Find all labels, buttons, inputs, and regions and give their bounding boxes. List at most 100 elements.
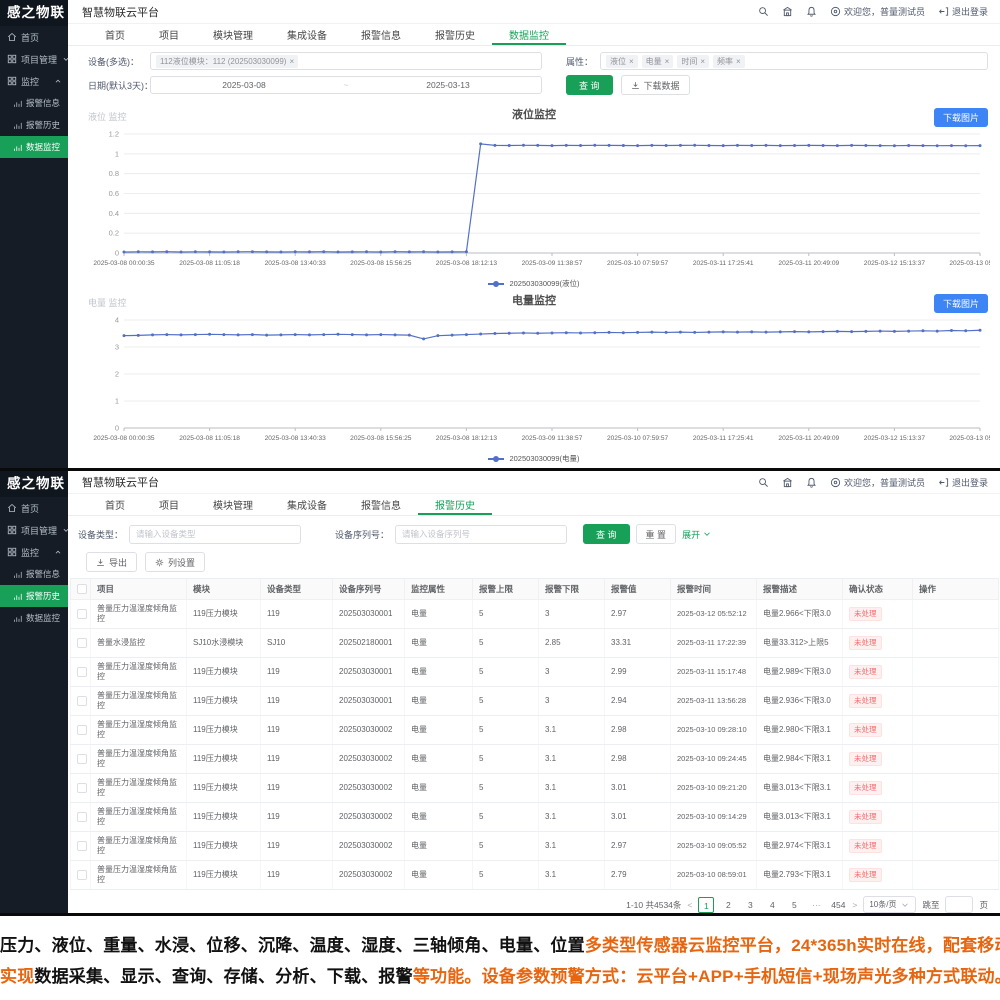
status-badge[interactable]: 未处理 xyxy=(849,752,882,766)
sidebar-item-项目管理[interactable]: 项目管理 xyxy=(0,519,69,541)
row-checkbox[interactable] xyxy=(77,637,87,648)
row-checkbox[interactable] xyxy=(77,811,87,822)
tag-close-icon[interactable]: × xyxy=(665,57,670,66)
tab-报警历史[interactable]: 报警历史 xyxy=(418,24,492,45)
query-button[interactable]: 查 询 xyxy=(566,75,613,95)
expand-link[interactable]: 展开 xyxy=(682,528,712,541)
export-button[interactable]: 导出 xyxy=(86,552,138,572)
sidebar-subitem-报警历史[interactable]: 报警历史 xyxy=(0,585,68,607)
building-icon[interactable] xyxy=(782,477,793,488)
svg-text:0.6: 0.6 xyxy=(109,189,119,198)
device-tag[interactable]: 112液位模块：112 (202503030099) × xyxy=(156,54,299,68)
row-checkbox[interactable] xyxy=(77,782,87,793)
next-page-button[interactable]: > xyxy=(852,900,857,910)
download-data-button[interactable]: 下载数据 xyxy=(620,75,690,95)
download-image-button[interactable]: 下载图片 xyxy=(933,294,988,313)
jump-page-input[interactable] xyxy=(945,896,974,913)
tab-首页[interactable]: 首页 xyxy=(88,494,142,515)
sidebar-subitem-数据监控[interactable]: 数据监控 xyxy=(0,607,68,629)
status-badge[interactable]: 未处理 xyxy=(849,665,882,679)
attribute-tag-液位[interactable]: 液位 × xyxy=(606,54,638,68)
serial-input[interactable] xyxy=(395,524,568,544)
page-number-1[interactable]: 1 xyxy=(698,896,715,913)
battery-line-chart[interactable]: 0 1 2 3 4 2025-03-08 00:00:35 2025-03-08 11:05… xyxy=(78,310,990,452)
page-number-5[interactable]: 5 xyxy=(786,897,802,913)
sidebar-subitem-报警信息[interactable]: 报警信息 xyxy=(0,563,68,585)
sidebar-item-监控[interactable]: 监控 xyxy=(0,70,68,92)
row-checkbox[interactable] xyxy=(77,753,87,764)
tab-项目[interactable]: 项目 xyxy=(142,494,196,515)
tag-close-icon[interactable]: × xyxy=(736,57,741,66)
alarm-table: 项目 模块 设备类型 设备序列号 监控属性 报警上限 报警下限 报警值 报警时间 报警描述 确认状态… xyxy=(70,578,999,890)
sidebar-item-项目管理[interactable]: 项目管理 xyxy=(0,48,69,70)
welcome-user[interactable]: 欢迎您，普量测试员 xyxy=(830,5,925,18)
tab-首页[interactable]: 首页 xyxy=(88,24,142,45)
building-icon[interactable] xyxy=(782,6,793,17)
tab-报警历史[interactable]: 报警历史 xyxy=(418,494,492,515)
tab-报警信息[interactable]: 报警信息 xyxy=(344,24,418,45)
row-checkbox[interactable] xyxy=(77,666,87,677)
bell-icon[interactable] xyxy=(806,6,817,17)
status-badge[interactable]: 未处理 xyxy=(849,607,882,621)
sidebar-subitem-报警历史[interactable]: 报警历史 xyxy=(0,114,68,136)
date-end: 2025-03-13 xyxy=(426,80,470,90)
attribute-tag-频率[interactable]: 频率 × xyxy=(713,54,745,68)
tab-集成设备[interactable]: 集成设备 xyxy=(270,494,344,515)
sidebar-item-首页[interactable]: 首页 xyxy=(0,26,68,48)
liquid-level-line-chart[interactable]: 0 0.2 0.4 0.6 0.8 1 1.2 2025-03-08 00:00:35 2025… xyxy=(78,124,990,277)
sidebar-item-监控[interactable]: 监控 xyxy=(0,541,68,563)
download-image-button[interactable]: 下载图片 xyxy=(933,108,988,127)
status-badge[interactable]: 未处理 xyxy=(849,839,882,853)
logout-button[interactable]: 退出登录 xyxy=(938,476,988,489)
attribute-tag-电量[interactable]: 电量 × xyxy=(641,54,674,68)
tab-项目[interactable]: 项目 xyxy=(142,24,196,45)
tag-close-icon[interactable]: × xyxy=(629,57,634,66)
bell-icon[interactable] xyxy=(806,477,817,488)
query-button[interactable]: 查 询 xyxy=(583,524,630,544)
row-checkbox[interactable] xyxy=(77,724,87,735)
status-badge[interactable]: 未处理 xyxy=(849,694,882,708)
legend-marker-icon xyxy=(488,280,505,287)
sidebar-subitem-报警信息[interactable]: 报警信息 xyxy=(0,92,68,114)
select-all-checkbox[interactable] xyxy=(77,584,87,595)
column-settings-button[interactable]: 列设置 xyxy=(145,552,206,572)
chart-legend[interactable]: 202503030099(电量) xyxy=(78,452,990,465)
chart-icon xyxy=(13,121,22,130)
tab-模块管理[interactable]: 模块管理 xyxy=(196,494,270,515)
row-checkbox[interactable] xyxy=(77,608,87,619)
tab-模块管理[interactable]: 模块管理 xyxy=(196,24,270,45)
tag-close-icon[interactable]: × xyxy=(289,57,294,66)
welcome-user[interactable]: 欢迎您，普量测试员 xyxy=(830,476,925,489)
reset-button[interactable]: 重 置 xyxy=(635,524,677,544)
attribute-tag-时间[interactable]: 时间 × xyxy=(677,54,710,68)
page-number-3[interactable]: 3 xyxy=(742,897,758,913)
logout-button[interactable]: 退出登录 xyxy=(938,5,988,18)
svg-text:3: 3 xyxy=(115,343,119,352)
page-size-select[interactable]: 10条/页 xyxy=(863,896,917,913)
prev-page-button[interactable]: < xyxy=(687,900,692,910)
date-range-picker[interactable]: 2025-03-08 ~ 2025-03-13 xyxy=(150,76,542,94)
status-badge[interactable]: 未处理 xyxy=(849,810,882,824)
chart-legend[interactable]: 202503030099(液位) xyxy=(78,277,990,290)
status-badge[interactable]: 未处理 xyxy=(849,723,882,737)
page-number-454[interactable]: 454 xyxy=(830,897,846,913)
tab-报警信息[interactable]: 报警信息 xyxy=(344,494,418,515)
row-checkbox[interactable] xyxy=(77,695,87,706)
row-checkbox[interactable] xyxy=(77,869,87,880)
device-type-input[interactable] xyxy=(129,524,302,544)
status-badge[interactable]: 未处理 xyxy=(849,781,882,795)
sidebar-subitem-数据监控[interactable]: 数据监控 xyxy=(0,136,68,158)
sidebar-item-首页[interactable]: 首页 xyxy=(0,497,68,519)
search-icon[interactable] xyxy=(758,477,769,488)
page-number-4[interactable]: 4 xyxy=(764,897,780,913)
search-icon[interactable] xyxy=(758,6,769,17)
device-multiselect[interactable]: 112液位模块：112 (202503030099) × xyxy=(150,52,542,70)
row-checkbox[interactable] xyxy=(77,840,87,851)
status-badge[interactable]: 未处理 xyxy=(849,868,882,882)
tab-数据监控[interactable]: 数据监控 xyxy=(492,24,566,45)
tab-集成设备[interactable]: 集成设备 xyxy=(270,24,344,45)
page-number-2[interactable]: 2 xyxy=(720,897,736,913)
status-badge[interactable]: 未处理 xyxy=(849,636,882,650)
tag-close-icon[interactable]: × xyxy=(700,57,705,66)
attribute-multiselect[interactable]: 液位 × 电量 × 时间 × 频率 × xyxy=(600,52,988,70)
